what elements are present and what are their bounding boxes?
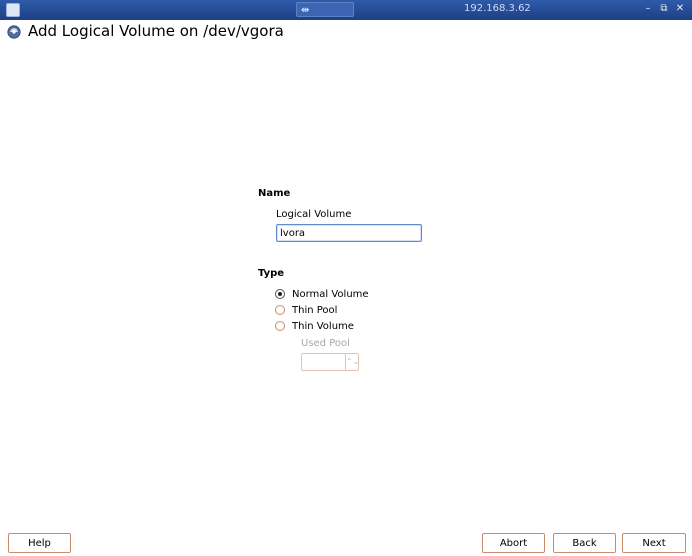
logical-volume-input[interactable] [276,224,422,242]
remote-session-tab[interactable]: ⇹ [296,2,354,17]
radio-thin-pool[interactable]: Thin Pool [275,303,337,317]
yast-logo-icon [7,25,21,39]
radio-button-checked[interactable] [275,289,285,299]
type-section-label: Type [258,268,285,279]
radio-label-normal-volume: Normal Volume [292,288,369,300]
close-icon[interactable]: ✕ [674,3,686,15]
spinner-arrows-icon: ⌃⌄ [345,354,359,370]
back-button[interactable]: Back [553,533,616,553]
radio-button[interactable] [275,321,285,331]
used-pool-select: ⌃⌄ [301,353,359,371]
minimize-icon[interactable]: – [642,3,654,15]
next-button[interactable]: Next [622,533,686,553]
restore-icon[interactable]: ⧉ [658,3,670,15]
window-titlebar: ⇹ 192.168.3.62 – ⧉ ✕ [0,0,692,20]
radio-button[interactable] [275,305,285,315]
name-section-label: Name [258,188,291,199]
radio-normal-volume[interactable]: Normal Volume [275,287,369,301]
page-title: Add Logical Volume on /dev/vgora [28,22,284,40]
radio-thin-volume[interactable]: Thin Volume [275,319,354,333]
logical-volume-label: Logical Volume [276,209,352,220]
remote-host-address: 192.168.3.62 [464,3,531,14]
radio-label-thin-volume: Thin Volume [292,320,354,332]
radio-label-thin-pool: Thin Pool [292,304,338,316]
abort-button[interactable]: Abort [482,533,545,553]
help-button[interactable]: Help [8,533,71,553]
used-pool-label: Used Pool [301,338,350,349]
window-menu-icon[interactable] [6,3,20,17]
